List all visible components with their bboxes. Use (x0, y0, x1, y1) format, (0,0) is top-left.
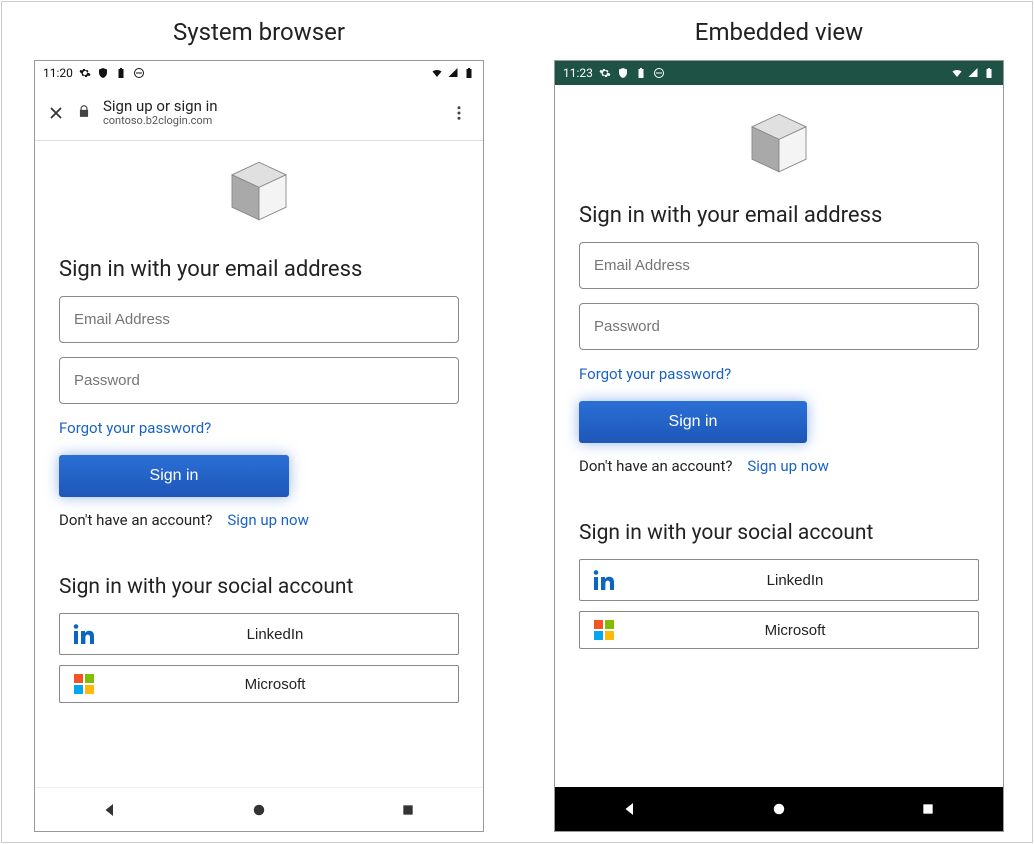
gear-icon (79, 67, 91, 79)
battery-saver-icon (635, 67, 647, 79)
signin-button[interactable]: Sign in (579, 401, 807, 443)
phone-embedded-view: 11:23 Sign in with your email add (554, 60, 1004, 832)
password-field[interactable] (579, 303, 979, 350)
password-field[interactable] (59, 357, 459, 404)
signin-heading: Sign in with your email address (579, 203, 979, 228)
social-heading: Sign in with your social account (59, 575, 459, 599)
forgot-password-link[interactable]: Forgot your password? (59, 419, 211, 437)
microsoft-label: Microsoft (622, 622, 968, 639)
nav-home-button[interactable] (239, 790, 279, 830)
email-field[interactable] (579, 242, 979, 289)
social-heading: Sign in with your social account (579, 521, 979, 545)
app-logo (59, 155, 459, 227)
linkedin-label: LinkedIn (102, 626, 448, 643)
signal-icon (447, 67, 459, 79)
battery-icon (463, 67, 475, 79)
microsoft-button[interactable]: Microsoft (579, 611, 979, 649)
microsoft-button[interactable]: Microsoft (59, 665, 459, 703)
no-account-text: Don't have an account? (579, 457, 732, 475)
signin-content: Sign in with your email address Forgot y… (35, 141, 483, 703)
status-time: 11:20 (43, 66, 73, 80)
signup-link[interactable]: Sign up now (747, 457, 829, 475)
microsoft-icon (70, 674, 98, 694)
wifi-icon (431, 67, 443, 79)
signin-heading: Sign in with your email address (59, 257, 459, 282)
overflow-menu-icon[interactable] (447, 101, 471, 125)
linkedin-label: LinkedIn (622, 572, 968, 589)
lock-icon (77, 103, 91, 122)
microsoft-label: Microsoft (102, 676, 448, 693)
nav-recents-button[interactable] (908, 789, 948, 829)
comparison-frame: System browser Embedded view 11:20 Sign … (1, 1, 1033, 843)
linkedin-icon (590, 568, 618, 592)
status-time: 11:23 (563, 66, 593, 80)
no-account-text: Don't have an account? (59, 511, 212, 529)
dnd-icon (653, 67, 665, 79)
battery-icon (983, 67, 995, 79)
no-account-row: Don't have an account? Sign up now (59, 511, 459, 529)
caption-embedded-view: Embedded view (554, 18, 1004, 46)
gear-icon (599, 67, 611, 79)
no-account-row: Don't have an account? Sign up now (579, 457, 979, 475)
linkedin-icon (70, 622, 98, 646)
phone-system-browser: 11:20 Sign up or sign in contoso.b2clogi… (34, 60, 484, 832)
forgot-password-link[interactable]: Forgot your password? (579, 365, 731, 383)
nav-back-button[interactable] (610, 789, 650, 829)
shield-icon (97, 67, 109, 79)
signin-button[interactable]: Sign in (59, 455, 289, 497)
android-nav-bar (555, 787, 1003, 831)
app-logo (579, 107, 979, 179)
microsoft-icon (590, 620, 618, 640)
linkedin-button[interactable]: LinkedIn (579, 559, 979, 601)
status-bar: 11:23 (555, 61, 1003, 85)
email-field[interactable] (59, 296, 459, 343)
page-domain: contoso.b2clogin.com (103, 115, 218, 127)
caption-system-browser: System browser (34, 18, 484, 46)
browser-address-bar: Sign up or sign in contoso.b2clogin.com (35, 85, 483, 141)
nav-back-button[interactable] (90, 790, 130, 830)
linkedin-button[interactable]: LinkedIn (59, 613, 459, 655)
signup-link[interactable]: Sign up now (227, 511, 309, 529)
page-title: Sign up or sign in (103, 98, 218, 115)
signal-icon (967, 67, 979, 79)
status-bar: 11:20 (35, 61, 483, 85)
close-icon[interactable] (47, 104, 65, 122)
address-title-block[interactable]: Sign up or sign in contoso.b2clogin.com (103, 98, 218, 127)
wifi-icon (951, 67, 963, 79)
dnd-icon (133, 67, 145, 79)
android-nav-bar (35, 787, 483, 831)
shield-icon (617, 67, 629, 79)
signin-content: Sign in with your email address Forgot y… (555, 85, 1003, 649)
nav-recents-button[interactable] (388, 790, 428, 830)
nav-home-button[interactable] (759, 789, 799, 829)
battery-saver-icon (115, 67, 127, 79)
